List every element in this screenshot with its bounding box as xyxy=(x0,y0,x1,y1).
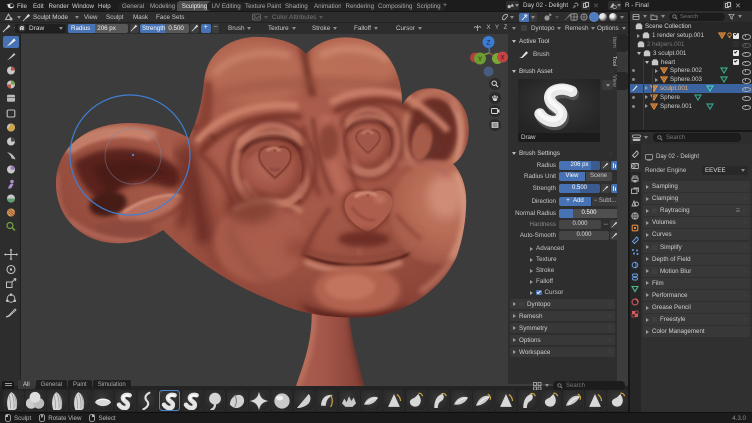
svg-text:X: X xyxy=(500,56,504,62)
svg-text:Z: Z xyxy=(487,40,491,47)
svg-text:Y: Y xyxy=(478,56,483,63)
